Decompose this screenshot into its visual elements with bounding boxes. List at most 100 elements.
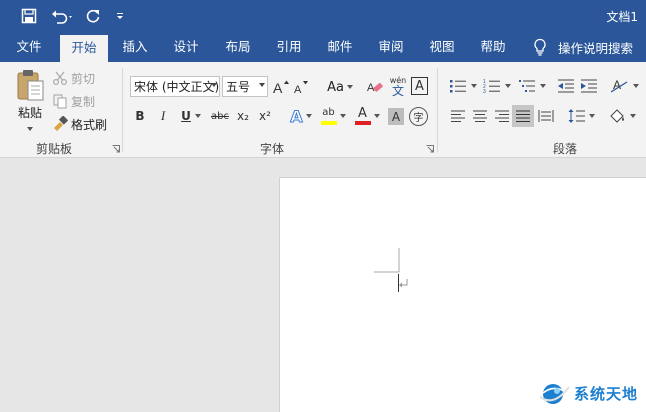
- highlight-label: ab: [322, 107, 335, 118]
- text-direction-icon: A: [611, 78, 628, 93]
- text-direction-button[interactable]: A: [609, 76, 641, 96]
- tab-home[interactable]: 开始: [60, 35, 108, 62]
- superscript-label: x²: [259, 109, 271, 123]
- copy-button[interactable]: 复制: [52, 92, 95, 110]
- font-color-icon: A: [354, 107, 371, 125]
- tab-references[interactable]: 引用: [267, 32, 311, 62]
- chevron-down-icon: [305, 114, 312, 118]
- copy-label: 复制: [71, 94, 96, 109]
- line-spacing-icon: [568, 109, 585, 123]
- align-center-icon: [473, 110, 487, 122]
- character-shading-button[interactable]: A: [388, 108, 404, 125]
- chevron-down-icon: [633, 84, 639, 88]
- document-title: 文档1: [606, 10, 638, 24]
- bold-label: B: [135, 109, 145, 123]
- bullets-button[interactable]: [447, 76, 479, 96]
- tab-review[interactable]: 审阅: [369, 32, 413, 62]
- justify-button[interactable]: [512, 105, 534, 127]
- paragraph-mark-icon: [399, 279, 408, 288]
- align-right-icon: [495, 110, 509, 122]
- group-separator: [437, 68, 438, 152]
- font-color-swatch: [354, 121, 371, 125]
- chevron-down-icon: [505, 84, 511, 88]
- phonetic-char: 文: [391, 84, 404, 98]
- grow-font-icon: A: [273, 80, 289, 95]
- clear-formatting-button[interactable]: A: [366, 77, 384, 97]
- text-effects-button[interactable]: A: [286, 106, 316, 126]
- grow-font-button[interactable]: A: [272, 77, 290, 97]
- paste-button[interactable]: 粘贴: [12, 68, 48, 134]
- save-icon: [21, 8, 37, 24]
- subscript-button[interactable]: x₂: [234, 106, 252, 126]
- line-spacing-button[interactable]: [566, 106, 596, 126]
- align-right-button[interactable]: [492, 106, 512, 126]
- enclose-characters-button[interactable]: 字: [409, 107, 428, 126]
- customize-quick-access-button[interactable]: [113, 6, 127, 26]
- tab-help[interactable]: 帮助: [471, 32, 515, 62]
- chevron-down-icon: [194, 114, 201, 118]
- bold-button[interactable]: B: [132, 106, 148, 126]
- numbering-button[interactable]: 1 2 3: [481, 76, 513, 96]
- tab-mailings[interactable]: 邮件: [318, 32, 362, 62]
- align-center-button[interactable]: [470, 106, 490, 126]
- ribbon: 粘贴 剪切 复制 格式刷 剪贴板 宋体 (中文正文) 五号 A A Aa A w…: [0, 62, 646, 158]
- multilevel-list-icon: [519, 80, 535, 92]
- distributed-button[interactable]: [536, 106, 556, 126]
- tab-design[interactable]: 设计: [164, 32, 208, 62]
- undo-icon: [52, 10, 72, 24]
- tab-view[interactable]: 视图: [420, 32, 464, 62]
- group-separator: [122, 68, 123, 152]
- cut-label: 剪切: [71, 71, 96, 86]
- font-color-button[interactable]: A: [352, 104, 382, 128]
- format-painter-button[interactable]: 格式刷: [52, 115, 107, 133]
- enclose-characters-label: 字: [413, 113, 424, 124]
- shrink-font-button[interactable]: A: [293, 77, 309, 97]
- character-shading-label: A: [391, 109, 401, 124]
- copy-icon: [53, 94, 67, 109]
- underline-button[interactable]: U: [177, 106, 205, 126]
- align-left-button[interactable]: [448, 106, 468, 126]
- text-highlight-button[interactable]: ab: [318, 104, 348, 128]
- numbered-list-icon: 1 2 3: [483, 79, 500, 94]
- decrease-indent-icon: [558, 79, 574, 93]
- strikethrough-button[interactable]: abc: [209, 106, 231, 126]
- subscript-label: x₂: [237, 109, 249, 123]
- highlight-color-swatch: [320, 121, 337, 125]
- cut-button[interactable]: 剪切: [52, 69, 95, 87]
- font-name-value: 宋体 (中文正文): [134, 80, 220, 94]
- redo-icon: [86, 9, 100, 23]
- decrease-indent-button[interactable]: [556, 76, 576, 96]
- clipboard-dialog-launcher-icon[interactable]: [112, 145, 120, 153]
- character-border-button[interactable]: A: [411, 77, 428, 95]
- tab-file[interactable]: 文件: [6, 32, 52, 62]
- phonetic-guide-button[interactable]: wén 文: [388, 75, 408, 99]
- change-case-label: Aa: [327, 79, 344, 95]
- increase-indent-icon: [581, 79, 597, 93]
- undo-button[interactable]: [50, 6, 76, 26]
- chevron-down-icon: [373, 114, 380, 118]
- tab-layout[interactable]: 布局: [216, 32, 260, 62]
- tell-me-search[interactable]: 操作说明搜索: [532, 32, 633, 62]
- redo-button[interactable]: [83, 6, 103, 26]
- chevron-down-icon: [540, 84, 546, 88]
- title-bar: 文档1: [0, 0, 646, 32]
- shading-button[interactable]: [606, 106, 638, 126]
- watermark-logo: 系统天地: [540, 378, 638, 408]
- superscript-button[interactable]: x²: [256, 106, 274, 126]
- format-painter-icon: [54, 116, 68, 131]
- increase-indent-button[interactable]: [579, 76, 599, 96]
- chevron-down-icon: [339, 114, 346, 118]
- font-size-dropdown[interactable]: 五号: [222, 76, 268, 97]
- chevron-down-icon: [630, 114, 636, 118]
- tab-insert[interactable]: 插入: [113, 32, 157, 62]
- italic-button[interactable]: I: [155, 106, 171, 126]
- save-button[interactable]: [18, 6, 40, 26]
- font-name-dropdown[interactable]: 宋体 (中文正文): [130, 76, 220, 97]
- format-painter-label: 格式刷: [71, 117, 108, 132]
- align-left-icon: [451, 110, 465, 122]
- font-dialog-launcher-icon[interactable]: [426, 145, 434, 153]
- multilevel-list-button[interactable]: [516, 76, 548, 96]
- change-case-button[interactable]: Aa: [324, 77, 356, 97]
- document-page[interactable]: [279, 177, 646, 412]
- scissors-icon: [52, 71, 68, 86]
